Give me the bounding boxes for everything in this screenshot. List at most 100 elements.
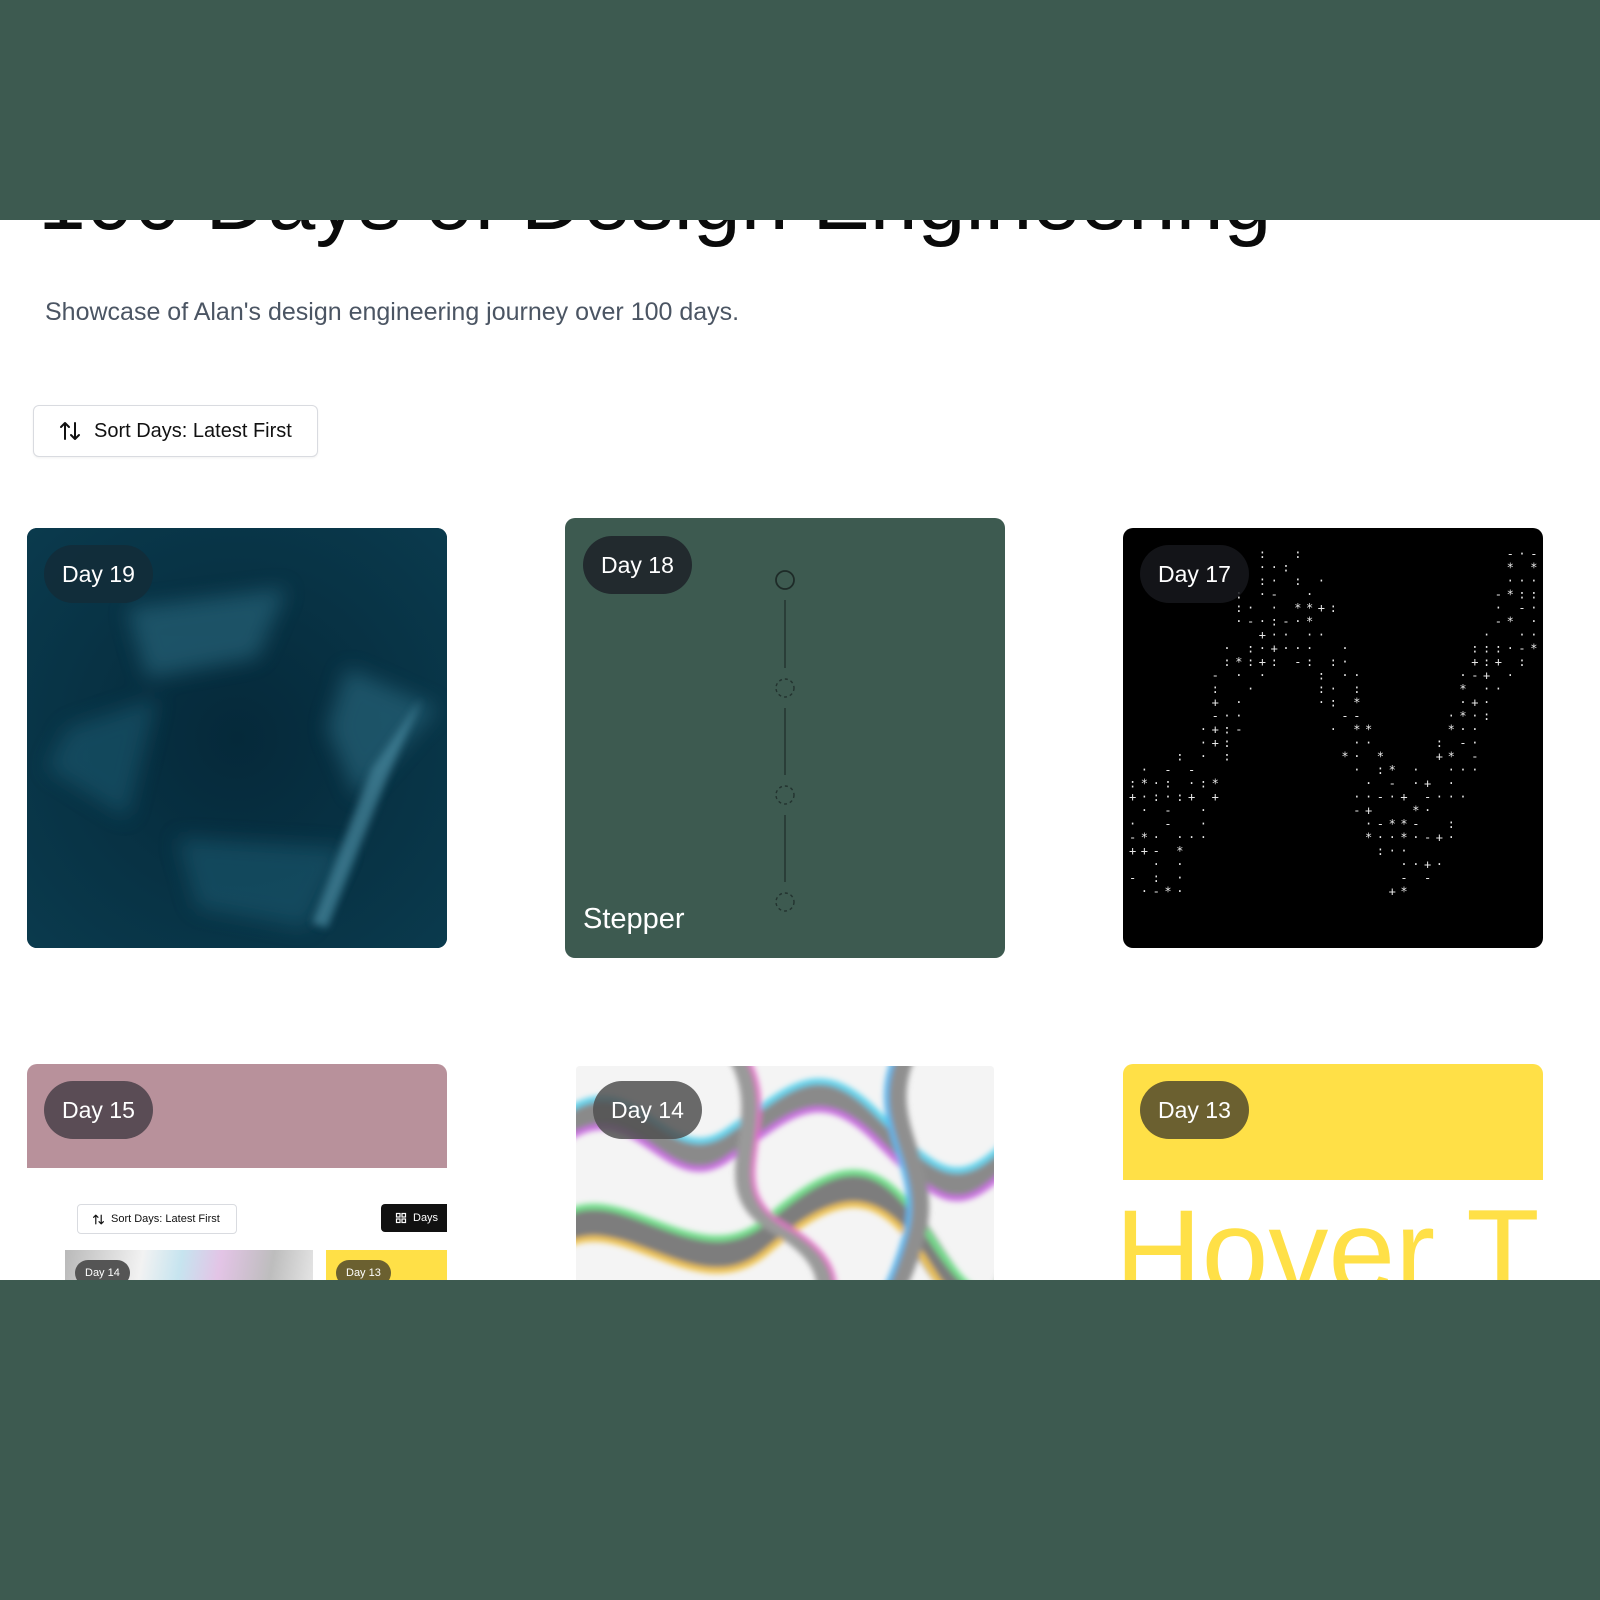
ascii-glyph: · xyxy=(1235,709,1242,723)
ascii-glyph: · xyxy=(1459,790,1466,804)
day-card-15[interactable]: Day 15 Sort Days: Latest First Days Day … xyxy=(27,1064,447,1280)
ascii-glyph: · xyxy=(1353,763,1360,777)
ascii-glyph: : xyxy=(1129,777,1136,791)
ascii-glyph: · xyxy=(1518,547,1525,561)
ascii-glyph: · xyxy=(1459,669,1466,683)
day-badge: Day 15 xyxy=(44,1081,153,1139)
ascii-glyph: · xyxy=(1495,601,1502,615)
ascii-glyph: + xyxy=(1471,696,1478,710)
ascii-glyph: · xyxy=(1259,588,1266,602)
ascii-glyph: : xyxy=(1271,655,1278,669)
ascii-glyph: * xyxy=(1365,831,1372,845)
ascii-glyph: * xyxy=(1448,723,1455,737)
ascii-glyph: * xyxy=(1389,817,1396,831)
ascii-glyph: : xyxy=(1212,682,1219,696)
ascii-glyph: · xyxy=(1365,777,1372,791)
ascii-glyph: · xyxy=(1176,858,1183,872)
ascii-glyph: * xyxy=(1530,561,1537,575)
ascii-glyph: + xyxy=(1188,790,1195,804)
ascii-glyph: + xyxy=(1495,655,1502,669)
ascii-glyph: · xyxy=(1530,601,1537,615)
ascii-glyph: · xyxy=(1188,831,1195,845)
ascii-glyph: · xyxy=(1294,615,1301,629)
ascii-glyph: · xyxy=(1200,804,1207,818)
day-card-14[interactable]: Day 14 xyxy=(576,1066,994,1280)
ascii-glyph: - xyxy=(1424,871,1431,885)
sort-days-button[interactable]: Sort Days: Latest First xyxy=(33,405,318,457)
ascii-glyph: + xyxy=(1129,790,1136,804)
ascii-glyph: · xyxy=(1330,682,1337,696)
ascii-glyph: : xyxy=(1294,574,1301,588)
ascii-glyph: : xyxy=(1294,547,1301,561)
day-card-18[interactable]: Day 18 Stepper xyxy=(565,518,1005,958)
day-card-19[interactable]: Day 19 xyxy=(27,528,447,948)
ascii-glyph: + xyxy=(1400,790,1407,804)
ascii-glyph: : xyxy=(1495,642,1502,656)
ascii-glyph: · xyxy=(1200,736,1207,750)
preview-days-button: Days xyxy=(381,1204,447,1232)
page-viewport: 100 Days of Design Engineering Showcase … xyxy=(0,220,1600,1280)
ascii-glyph: · xyxy=(1518,574,1525,588)
ascii-glyph: * xyxy=(1164,885,1171,899)
ascii-glyph: * xyxy=(1400,885,1407,899)
ascii-glyph: * xyxy=(1235,655,1242,669)
ascii-glyph: · xyxy=(1282,642,1289,656)
ascii-glyph: · xyxy=(1235,669,1242,683)
ascii-glyph: - xyxy=(1495,588,1502,602)
day-card-17[interactable]: ::-·-··:**:·:····:·-·-*:::··**+:·-··-·:-… xyxy=(1123,528,1543,948)
ascii-glyph: · xyxy=(1448,831,1455,845)
ascii-glyph: · xyxy=(1247,601,1254,615)
ascii-glyph: - xyxy=(1164,804,1171,818)
ascii-glyph: · xyxy=(1530,615,1537,629)
ascii-glyph: · xyxy=(1459,723,1466,737)
ascii-glyph: + xyxy=(1389,885,1396,899)
ascii-glyph: * xyxy=(1377,750,1384,764)
day-badge: Day 14 xyxy=(593,1081,702,1139)
ascii-glyph: : xyxy=(1176,790,1183,804)
ascii-glyph: - xyxy=(1389,777,1396,791)
ascii-glyph: · xyxy=(1235,696,1242,710)
ascii-glyph: : xyxy=(1223,655,1230,669)
ascii-glyph: · xyxy=(1530,574,1537,588)
ascii-glyph: - xyxy=(1353,709,1360,723)
ascii-glyph: + xyxy=(1471,655,1478,669)
ascii-glyph: · xyxy=(1448,709,1455,723)
ascii-glyph: - xyxy=(1129,831,1136,845)
ascii-glyph: - xyxy=(1282,615,1289,629)
ascii-glyph: + xyxy=(1436,831,1443,845)
arrows-up-down-icon xyxy=(60,422,80,440)
ascii-glyph: * xyxy=(1459,682,1466,696)
preview-sort-label: Sort Days: Latest First xyxy=(111,1213,220,1225)
ascii-glyph: : xyxy=(1377,763,1384,777)
ascii-glyph: - xyxy=(1212,669,1219,683)
ascii-glyph: · xyxy=(1200,750,1207,764)
ascii-glyph: · xyxy=(1448,777,1455,791)
ascii-glyph: * xyxy=(1459,709,1466,723)
ascii-glyph: * xyxy=(1341,750,1348,764)
page-subtitle: Showcase of Alan's design engineering jo… xyxy=(45,298,740,326)
ascii-glyph: · xyxy=(1412,858,1419,872)
ascii-glyph: * xyxy=(1294,601,1301,615)
ascii-glyph: · xyxy=(1259,615,1266,629)
ascii-glyph: : xyxy=(1518,655,1525,669)
ascii-glyph: : xyxy=(1223,723,1230,737)
day-badge: Day 13 xyxy=(1140,1081,1249,1139)
ascii-glyph: : xyxy=(1318,682,1325,696)
ascii-glyph: · xyxy=(1412,777,1419,791)
day-card-13[interactable]: Hover T Day 13 xyxy=(1123,1064,1543,1280)
ascii-glyph: · xyxy=(1153,858,1160,872)
ascii-glyph: + xyxy=(1424,858,1431,872)
ascii-glyph: - xyxy=(1188,763,1195,777)
ascii-glyph: * xyxy=(1412,804,1419,818)
ascii-glyph: - xyxy=(1377,790,1384,804)
ascii-glyph: : xyxy=(1282,561,1289,575)
day-badge: Day 18 xyxy=(583,536,692,594)
ascii-glyph: · xyxy=(1306,642,1313,656)
ascii-glyph: - xyxy=(1412,817,1419,831)
ascii-glyph: - xyxy=(1235,723,1242,737)
ascii-glyph: : xyxy=(1164,777,1171,791)
ascii-glyph: - xyxy=(1471,669,1478,683)
ascii-glyph: : xyxy=(1306,655,1313,669)
ascii-glyph: · xyxy=(1153,831,1160,845)
ascii-glyph: · xyxy=(1223,709,1230,723)
